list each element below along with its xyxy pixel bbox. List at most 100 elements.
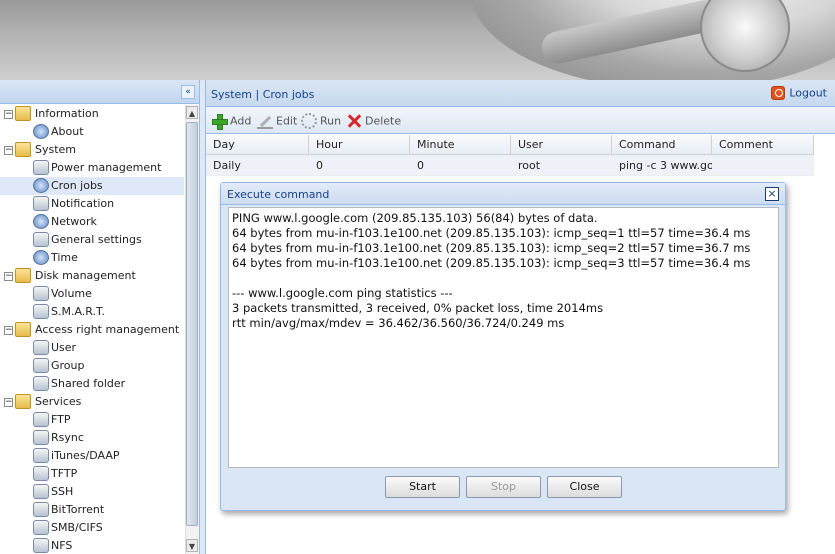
column-header-command[interactable]: Command — [612, 135, 712, 155]
sidebar-item-access-right-management[interactable]: − Access right management — [0, 321, 184, 339]
output-line: 64 bytes from mu-in-f103.1e100.net (209.… — [232, 226, 751, 240]
navigation-sidebar: « − Information About − System Power manageme… — [0, 80, 200, 554]
scroll-up-arrow[interactable]: ▲ — [186, 106, 198, 119]
scroll-down-arrow[interactable]: ▼ — [186, 539, 198, 552]
sidebar-item-label: TFTP — [51, 467, 78, 480]
sidebar-item-label: BitTorrent — [51, 503, 105, 516]
sidebar-item-shared-folder[interactable]: Shared folder — [0, 375, 184, 393]
clock-icon — [33, 178, 49, 193]
sidebar-item-network[interactable]: Network — [0, 213, 184, 231]
sidebar-item-cron-jobs[interactable]: Cron jobs — [0, 177, 184, 195]
sidebar-item-power-management[interactable]: Power management — [0, 159, 184, 177]
sidebar-item-nfs[interactable]: NFS — [0, 537, 184, 554]
collapse-node-icon[interactable]: − — [4, 398, 13, 407]
column-header-day[interactable]: Day — [206, 135, 309, 155]
output-line: 64 bytes from mu-in-f103.1e100.net (209.… — [232, 241, 751, 255]
folder-icon — [15, 142, 31, 157]
column-header-user[interactable]: User — [511, 135, 612, 155]
start-button[interactable]: Start — [385, 476, 460, 498]
rsync-icon — [33, 430, 49, 445]
sidebar-header: « — [0, 80, 199, 104]
sidebar-item-rsync[interactable]: Rsync — [0, 429, 184, 447]
sidebar-item-general-settings[interactable]: General settings — [0, 231, 184, 249]
output-line: PING www.l.google.com (209.85.135.103) 5… — [232, 211, 598, 225]
smb-icon — [33, 520, 49, 535]
sidebar-item-label: SSH — [51, 485, 74, 498]
sidebar-item-system[interactable]: − System — [0, 141, 184, 159]
column-header-hour[interactable]: Hour — [309, 135, 410, 155]
sidebar-item-s-m-a-r-t[interactable]: S.M.A.R.T. — [0, 303, 184, 321]
volume-icon — [33, 286, 49, 301]
sidebar-item-label: Disk management — [35, 269, 136, 282]
sidebar-item-label: System — [35, 143, 77, 156]
sidebar-item-smb-cifs[interactable]: SMB/CIFS — [0, 519, 184, 537]
power-icon — [771, 86, 786, 100]
folder-icon — [15, 394, 31, 409]
sidebar-item-volume[interactable]: Volume — [0, 285, 184, 303]
sidebar-item-label: Services — [35, 395, 82, 408]
tftp-icon — [33, 466, 49, 481]
sidebar-item-label: Shared folder — [51, 377, 126, 390]
group-icon — [33, 358, 49, 373]
breadcrumb-bar: System | Cron jobs Logout — [206, 80, 835, 107]
sidebar-item-label: About — [51, 125, 84, 138]
sidebar-item-disk-management[interactable]: − Disk management — [0, 267, 184, 285]
sidebar-item-time[interactable]: Time — [0, 249, 184, 267]
nfs-icon — [33, 538, 49, 553]
ssh-icon — [33, 484, 49, 499]
sidebar-item-bittorrent[interactable]: BitTorrent — [0, 501, 184, 519]
collapse-node-icon[interactable]: − — [4, 146, 13, 155]
collapse-node-icon[interactable]: − — [4, 110, 13, 119]
sidebar-item-about[interactable]: About — [0, 123, 184, 141]
sidebar-item-ssh[interactable]: SSH — [0, 483, 184, 501]
collapse-node-icon[interactable]: − — [4, 326, 13, 335]
logout-button[interactable]: Logout — [771, 86, 827, 102]
collapse-sidebar-button[interactable]: « — [181, 85, 195, 99]
run-button[interactable]: Run — [301, 112, 341, 129]
column-header-comment[interactable]: Comment — [712, 135, 814, 155]
tools-icon — [33, 232, 49, 247]
sidebar-item-label: Rsync — [51, 431, 84, 444]
close-icon[interactable]: × — [765, 187, 779, 201]
stop-button[interactable]: Stop — [466, 476, 541, 498]
sidebar-item-group[interactable]: Group — [0, 357, 184, 375]
sidebar-item-services[interactable]: − Services — [0, 393, 184, 411]
cell-user: root — [518, 159, 541, 172]
dialog-title: Execute command — [227, 188, 330, 201]
delete-button[interactable]: Delete — [346, 112, 401, 129]
dialog-header[interactable]: Execute command × — [221, 183, 785, 205]
column-header-minute[interactable]: Minute — [410, 135, 511, 155]
sidebar-item-ftp[interactable]: FTP — [0, 411, 184, 429]
collapse-node-icon[interactable]: − — [4, 272, 13, 281]
sidebar-item-label: S.M.A.R.T. — [51, 305, 105, 318]
table-row[interactable]: Daily 0 0 root ping -c 3 www.goog — [206, 155, 814, 176]
sidebar-item-label: iTunes/DAAP — [51, 449, 120, 462]
sidebar-item-label: NFS — [51, 539, 73, 552]
sidebar-item-itunes-daap[interactable]: iTunes/DAAP — [0, 447, 184, 465]
execute-command-dialog: Execute command × PING www.l.google.com … — [220, 182, 786, 511]
power-icon — [33, 160, 49, 175]
sidebar-item-label: SMB/CIFS — [51, 521, 103, 534]
scrollbar-thumb[interactable] — [186, 122, 198, 526]
sidebar-item-label: User — [51, 341, 77, 354]
cell-comment — [712, 155, 814, 176]
edit-icon — [257, 113, 273, 129]
output-line: 64 bytes from mu-in-f103.1e100.net (209.… — [232, 256, 751, 270]
grid-header: Day Hour Minute User Command Comment — [206, 135, 814, 155]
sidebar-item-information[interactable]: − Information — [0, 105, 184, 123]
sidebar-item-tftp[interactable]: TFTP — [0, 465, 184, 483]
edit-button[interactable]: Edit — [257, 112, 297, 129]
output-line: 3 packets transmitted, 3 received, 0% pa… — [232, 301, 604, 315]
sidebar-item-notification[interactable]: Notification — [0, 195, 184, 213]
close-button[interactable]: Close — [547, 476, 622, 498]
output-line: rtt min/avg/max/mdev = 36.462/36.560/36.… — [232, 316, 565, 330]
sidebar-item-user[interactable]: User — [0, 339, 184, 357]
cell-hour: 0 — [316, 159, 323, 172]
run-icon — [301, 113, 317, 129]
help-icon — [33, 124, 49, 139]
cell-minute: 0 — [417, 159, 424, 172]
user-icon — [33, 340, 49, 355]
add-button[interactable]: Add — [211, 112, 251, 130]
sidebar-item-label: Group — [51, 359, 85, 372]
command-output[interactable]: PING www.l.google.com (209.85.135.103) 5… — [228, 207, 779, 468]
